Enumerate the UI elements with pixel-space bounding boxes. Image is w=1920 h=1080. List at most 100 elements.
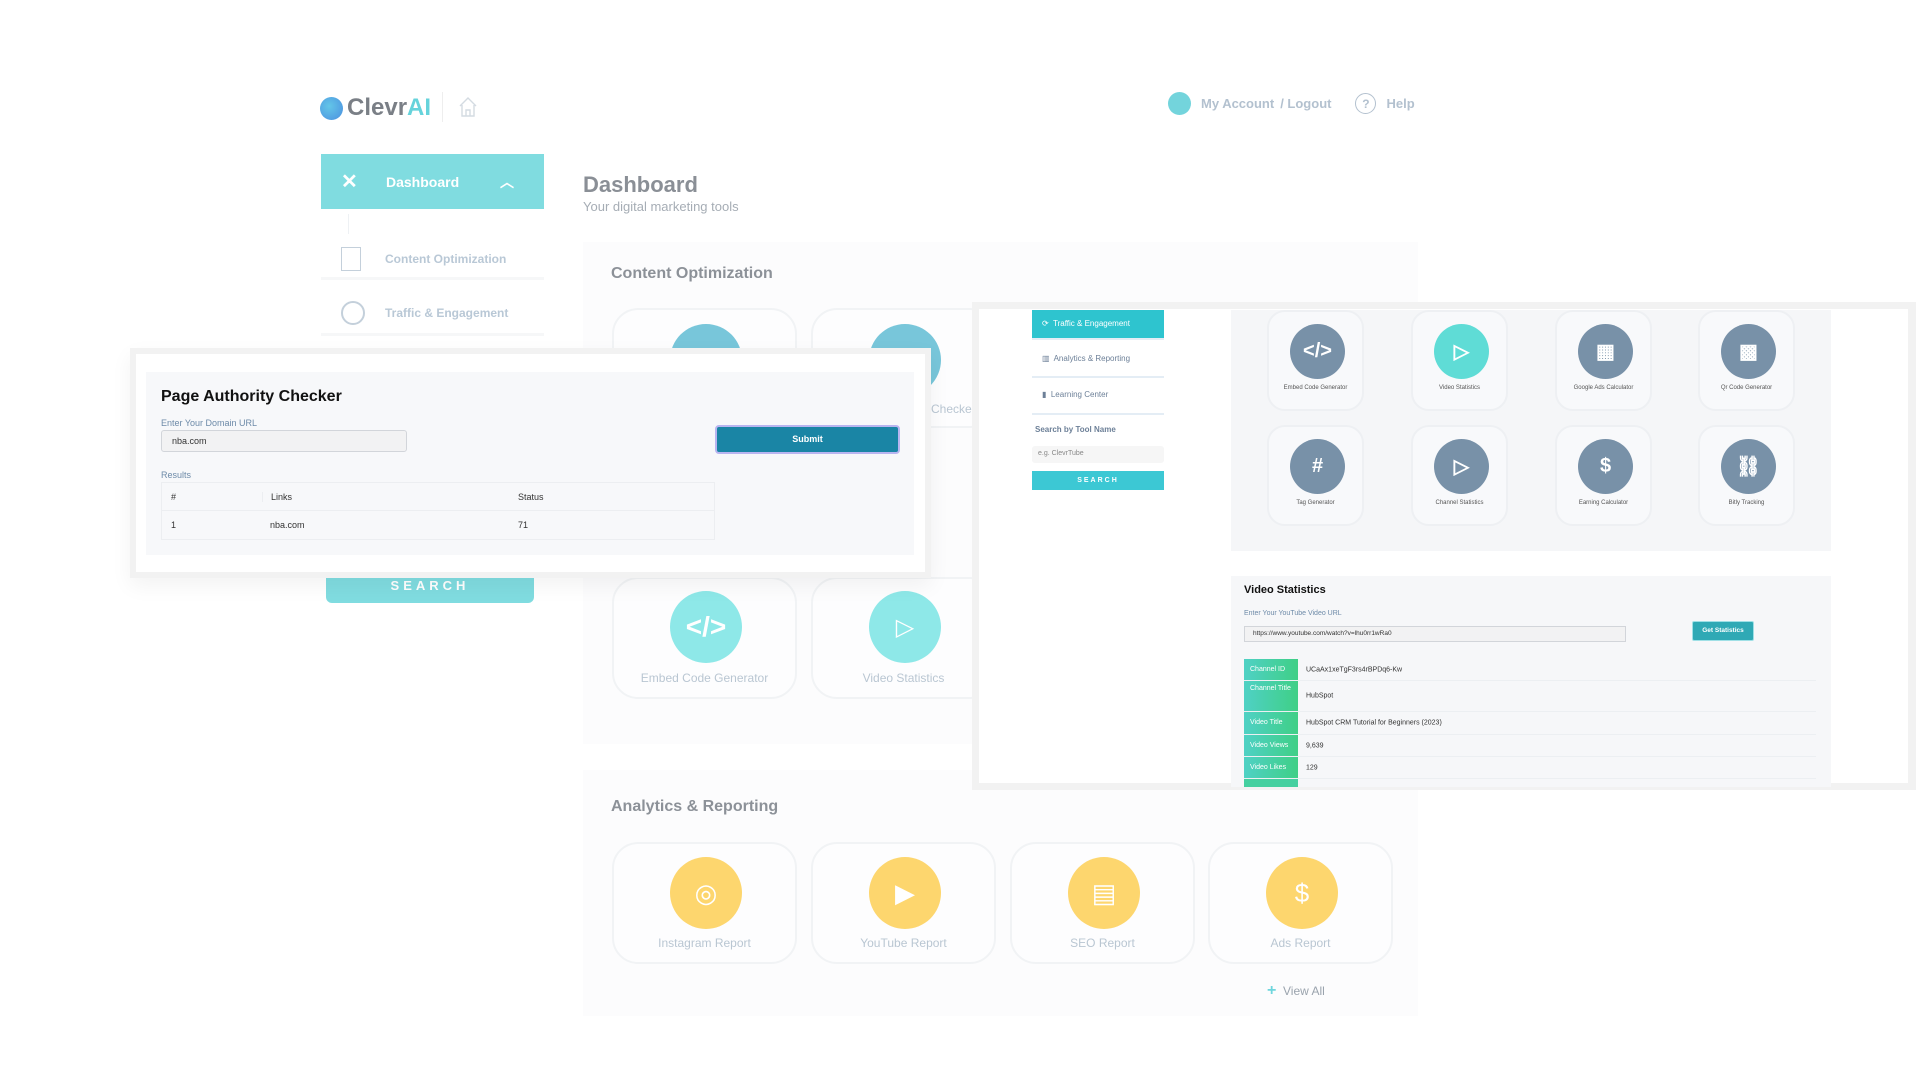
logo[interactable]: ClevrAI — [320, 94, 431, 122]
my-account-link[interactable]: My Account — [1201, 96, 1274, 111]
stats-value: 129 — [1306, 764, 1318, 771]
section-heading: Analytics & Reporting — [611, 798, 779, 815]
youtube-url-input[interactable]: https://www.youtube.com/watch?v=lhu0rr1w… — [1244, 626, 1626, 642]
field-label: Enter Your YouTube Video URL — [1244, 610, 1342, 617]
tool-card-ads-report[interactable]: $ Ads Report — [1208, 842, 1393, 964]
column-header: # — [171, 491, 177, 502]
chevron-up-icon: ︿ — [500, 173, 514, 190]
tool-label: Qr Code Generator — [1720, 385, 1773, 391]
nav-label: Traffic & Engagement — [1053, 319, 1130, 328]
view-all-link[interactable]: + View All — [1267, 982, 1325, 1000]
tool-label: YouTube Report — [860, 936, 947, 950]
avatar[interactable] — [1168, 92, 1191, 115]
stats-key: Channel Title — [1244, 681, 1298, 711]
results-label: Results — [161, 470, 192, 480]
cell: 1 — [171, 520, 177, 530]
page-subtitle: Your digital marketing tools — [583, 199, 739, 214]
search-heading: Search by Tool Name — [1035, 425, 1116, 434]
page-authority-window: Page Authority Checker Enter Your Domain… — [130, 348, 931, 578]
help-icon[interactable]: ? — [1355, 93, 1377, 114]
code-icon: </> — [670, 591, 742, 663]
refresh-icon: ⟳ — [1042, 319, 1049, 328]
tool-label: Channel Statistics — [1435, 500, 1484, 506]
table-header: # Links Status — [161, 482, 715, 511]
page-title: Dashboard — [583, 172, 698, 197]
tool-label: Ads Report — [1270, 936, 1331, 950]
stats-key: Channel ID — [1244, 659, 1298, 680]
cell: nba.com — [270, 520, 305, 530]
tool-card-youtube-report[interactable]: ▶ YouTube Report — [811, 842, 996, 964]
code-icon: </> — [1290, 324, 1345, 379]
sidebar-item-label: Content Optimization — [385, 251, 507, 266]
tools-icon: ✕ — [341, 171, 358, 193]
column-header: Links — [262, 491, 510, 502]
divider — [442, 92, 443, 122]
bar-chart-icon: ▥ — [1042, 354, 1050, 363]
tool-card[interactable]: ▩ Qr Code Generator — [1698, 310, 1795, 411]
tool-card-video-statistics[interactable]: ▷ Video Statistics — [811, 577, 996, 699]
tool-card[interactable]: ▷ Channel Statistics — [1411, 425, 1508, 526]
tool-label: Earning Calculator — [1578, 500, 1629, 506]
get-statistics-button[interactable]: Get Statistics — [1692, 621, 1754, 641]
stats-value: 9,639 — [1306, 742, 1324, 749]
logo-globe-icon — [320, 96, 343, 120]
tool-label: Tag Generator — [1296, 500, 1335, 506]
logout-link[interactable]: / Logout — [1280, 96, 1331, 111]
clapper-icon: ▷ — [869, 591, 941, 663]
tool-label: Video Statistics — [862, 671, 945, 685]
tool-card[interactable]: ▷ Video Statistics — [1411, 310, 1508, 411]
stats-row-partial — [1244, 779, 1298, 787]
nav-item-analytics-reporting[interactable]: ▥ Analytics & Reporting — [1032, 344, 1164, 378]
sidebar-item-label: Dashboard — [386, 173, 460, 190]
tool-label: Video Statistics — [1439, 385, 1480, 391]
tool-label: Checke — [931, 402, 972, 416]
tool-label: Instagram Report — [658, 936, 751, 950]
tool-card[interactable]: ▦ Google Ads Calculator — [1555, 310, 1652, 411]
stats-key: Video Likes — [1244, 757, 1298, 778]
tool-card-embed-code-generator[interactable]: </> Embed Code Generator — [612, 577, 797, 699]
submit-button[interactable]: Submit — [715, 425, 900, 454]
stats-row: Channel Title HubSpot — [1244, 681, 1816, 712]
nav-item-traffic-engagement[interactable]: ⟳ Traffic & Engagement — [1032, 310, 1164, 340]
tool-card[interactable]: $ Earning Calculator — [1555, 425, 1652, 526]
section-heading: Content Optimization — [611, 265, 773, 282]
nav-label: Analytics & Reporting — [1053, 354, 1131, 363]
stats-row: Channel ID UCaAx1xeTgF3rs4rBPDq6-Kw — [1244, 659, 1816, 681]
tool-card[interactable]: ⛓ Bitly Tracking — [1698, 425, 1795, 526]
results-table: # Links Status 1 nba.com 71 — [161, 482, 715, 540]
sidebar-item-dashboard[interactable]: ✕ Dashboard ︿ — [321, 154, 544, 209]
sidebar-item-label: Traffic & Engagement — [385, 305, 509, 320]
brand-name: Clevr — [347, 94, 408, 121]
tool-card-instagram-report[interactable]: ◎ Instagram Report — [612, 842, 797, 964]
stats-key: Video Views — [1244, 735, 1298, 756]
youtube-icon: ▶ — [869, 857, 941, 929]
tool-search-button[interactable]: SEARCH — [1032, 471, 1164, 490]
stats-row: Video Likes 129 — [1244, 757, 1816, 779]
panel-title: Page Authority Checker — [161, 388, 342, 405]
column-header: Status — [518, 491, 544, 502]
tool-search-input[interactable]: e.g. ClevrTube — [1032, 446, 1164, 463]
help-link[interactable]: Help — [1386, 96, 1414, 111]
seo-icon: ▤ — [1068, 857, 1140, 929]
qr-code-icon: ▩ — [1721, 324, 1776, 379]
sidebar-item-traffic-engagement[interactable]: Traffic & Engagement — [321, 292, 544, 336]
tool-label: Bitly Tracking — [1728, 500, 1765, 506]
tool-label: SEO Report — [1070, 936, 1135, 950]
nav-item-learning-center[interactable]: ▮ Learning Center — [1032, 380, 1164, 415]
stats-value: HubSpot CRM Tutorial for Beginners (2023… — [1306, 719, 1442, 727]
tool-card-seo-report[interactable]: ▤ SEO Report — [1010, 842, 1195, 964]
domain-url-input[interactable]: nba.com — [161, 430, 407, 452]
tool-card[interactable]: </> Embed Code Generator — [1267, 310, 1364, 411]
sidebar-item-content-optimization[interactable]: Content Optimization — [321, 240, 544, 280]
stats-value: UCaAx1xeTgF3rs4rBPDq6-Kw — [1306, 666, 1403, 673]
view-all-label: View All — [1283, 984, 1325, 998]
tool-card[interactable]: # Tag Generator — [1267, 425, 1364, 526]
calculator-icon: ▦ — [1578, 324, 1633, 379]
home-icon[interactable] — [458, 96, 478, 118]
stats-key: Video Title — [1244, 712, 1298, 734]
stats-row: Video Views 9,639 — [1244, 735, 1816, 757]
tool-label: Google Ads Calculator — [1573, 385, 1634, 391]
tool-label: Embed Code Generator — [640, 671, 769, 685]
play-icon: ▷ — [1434, 439, 1489, 494]
brand-suffix: AI — [407, 94, 432, 121]
